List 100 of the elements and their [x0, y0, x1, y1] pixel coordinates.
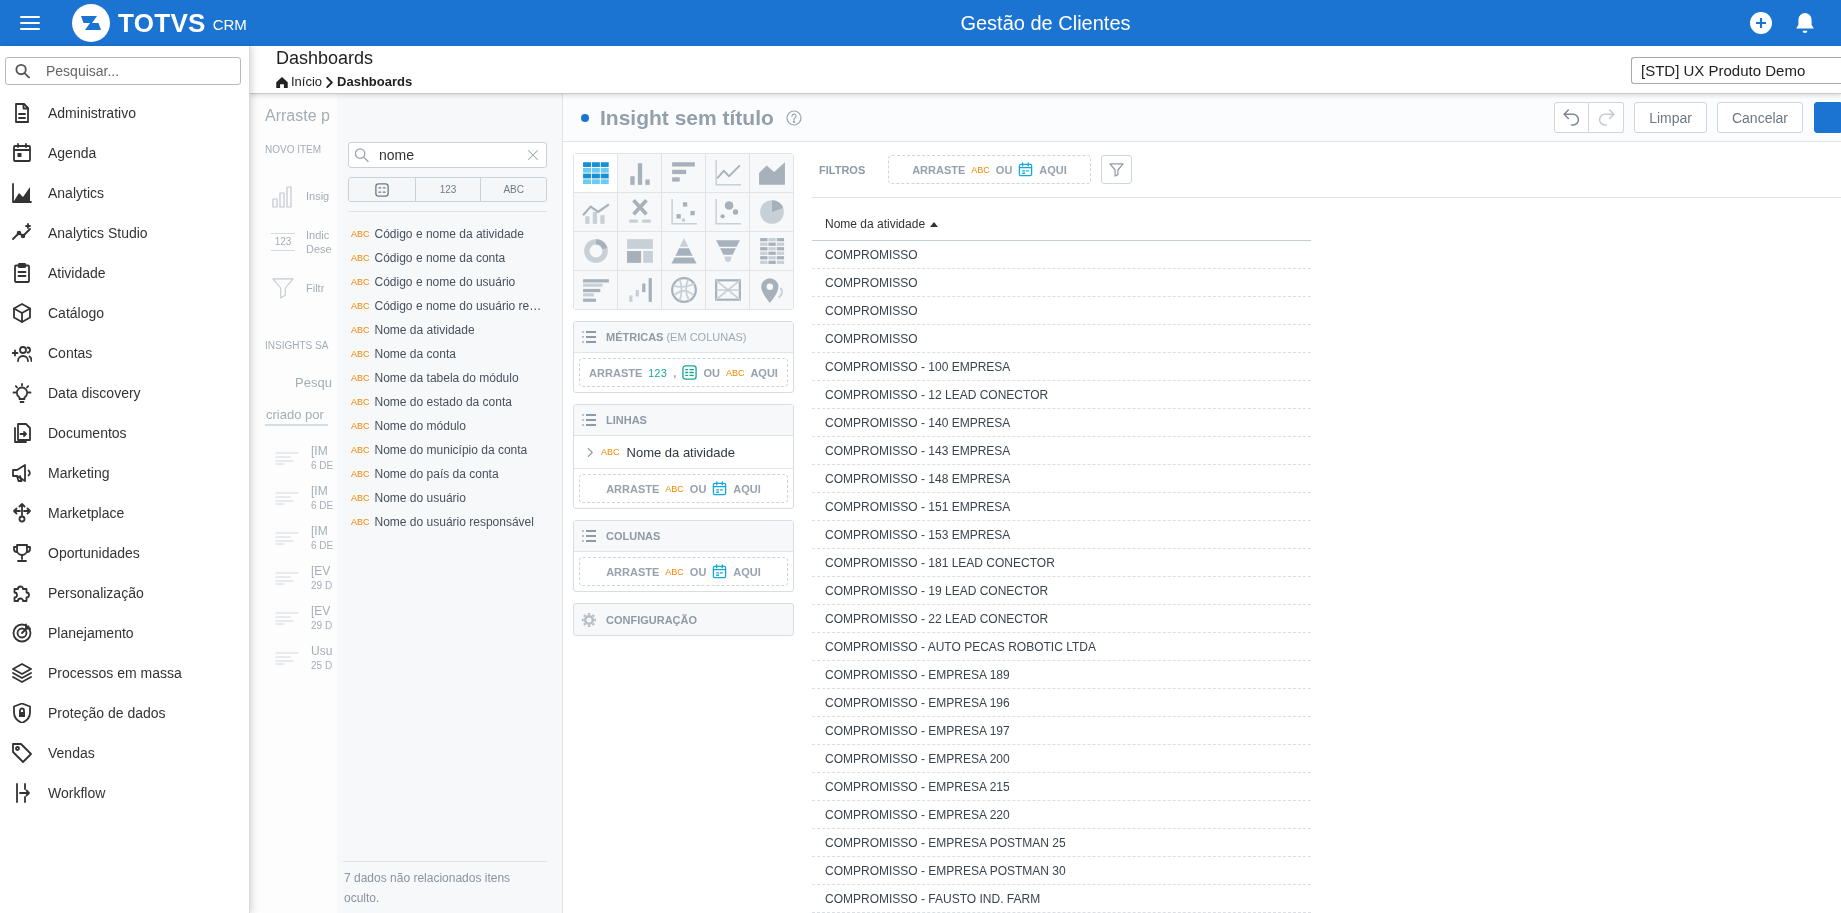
- column-header[interactable]: Nome da atividade: [825, 217, 939, 231]
- chart-type-button[interactable]: [662, 271, 705, 309]
- undo-icon: [1563, 109, 1581, 126]
- search-field[interactable]: nome: [348, 142, 547, 168]
- table-cell: COMPROMISSO - EMPRESA 196: [812, 689, 1311, 717]
- panel-heading: Arraste p: [265, 106, 330, 126]
- chart-type-button[interactable]: [662, 193, 705, 231]
- add-icon[interactable]: [1750, 12, 1772, 34]
- field-name[interactable]: Nome do estado da conta: [374, 395, 512, 409]
- sidebar-item[interactable]: Workflow: [0, 773, 249, 813]
- drop-hint-text: OU: [689, 482, 707, 495]
- table-cell: COMPROMISSO - FAUSTO IND. FARM: [812, 885, 1311, 913]
- sidebar-item[interactable]: Proteção de dados: [0, 693, 249, 733]
- chart-type-button[interactable]: [574, 271, 617, 309]
- brand-name: TOTVS: [118, 8, 206, 38]
- type-filter-button[interactable]: ABC: [480, 178, 546, 201]
- sidebar-item[interactable]: Documentos: [0, 413, 249, 453]
- field-name[interactable]: Nome do usuário: [374, 491, 466, 505]
- sidebar-item[interactable]: Catálogo: [0, 293, 249, 333]
- field-name[interactable]: Código e nome da atividade: [374, 227, 524, 241]
- type-tag: ABC: [351, 421, 370, 431]
- sidebar-item[interactable]: Contas: [0, 333, 249, 373]
- type-tag: ABC: [351, 493, 370, 503]
- workspace-select[interactable]: [STD] UX Produto Demo: [1631, 57, 1841, 84]
- sidebar-item[interactable]: Administrativo: [0, 93, 249, 133]
- sidebar-item[interactable]: Oportunidades: [0, 533, 249, 573]
- chart-type-button[interactable]: [574, 232, 617, 270]
- chart-type-button[interactable]: [662, 154, 705, 192]
- puzzle-icon: [12, 583, 32, 603]
- chart-type-button[interactable]: [706, 193, 749, 231]
- dotted-square-icon: [374, 182, 389, 197]
- type-tag: ABC: [351, 517, 370, 527]
- grid-table-icon: [757, 237, 786, 265]
- field-name[interactable]: Nome da tabela do módulo: [374, 371, 519, 385]
- table-cell: COMPROMISSO - AUTO PECAS ROBOTIC LTDA: [812, 633, 1311, 661]
- insight-date: 25 D: [311, 658, 333, 673]
- sidebar-item[interactable]: Data discovery: [0, 373, 249, 413]
- sidebar-item[interactable]: Atividade: [0, 253, 249, 293]
- drop-hint-text: ARRASTE: [912, 163, 966, 176]
- field-name[interactable]: Nome do município da conta: [374, 443, 528, 457]
- chart-type-button[interactable]: [662, 232, 705, 270]
- close-icon[interactable]: [527, 149, 539, 161]
- clear-button[interactable]: Limpar: [1634, 102, 1707, 133]
- cancel-button[interactable]: Cancelar: [1716, 102, 1803, 133]
- section-title: LINHAS: [606, 414, 647, 426]
- search-icon: [354, 147, 369, 163]
- chart-type-button[interactable]: [706, 154, 749, 192]
- bell-icon[interactable]: [1796, 12, 1814, 34]
- chart-type-button[interactable]: [618, 193, 661, 231]
- redo-icon: [1597, 109, 1615, 126]
- field-name[interactable]: Nome do módulo: [374, 419, 466, 433]
- megaphone-icon: [12, 463, 32, 483]
- search-icon: [15, 63, 30, 79]
- field-name[interactable]: Código e nome do usuário re…: [374, 299, 542, 313]
- sidebar-item[interactable]: Processos em massa: [0, 653, 249, 693]
- chart-type-button[interactable]: [706, 271, 749, 309]
- field-name[interactable]: Nome do usuário responsável: [374, 515, 534, 529]
- insight-date: 6 DE: [311, 498, 334, 513]
- sidebar-item[interactable]: Planejamento: [0, 613, 249, 653]
- field-name[interactable]: Código e nome da conta: [374, 251, 506, 265]
- chart-type-button[interactable]: [750, 154, 793, 192]
- field-name[interactable]: Nome da atividade: [374, 323, 475, 337]
- insight-title: [EV: [311, 603, 331, 619]
- sidebar-item[interactable]: Marketplace: [0, 493, 249, 533]
- section-label: INSIGHTS SA: [265, 340, 329, 352]
- sidebar-item[interactable]: Personalização: [0, 573, 249, 613]
- sidebar-item[interactable]: Marketing: [0, 453, 249, 493]
- chart-type-button[interactable]: [618, 232, 661, 270]
- chart-type-button[interactable]: [618, 271, 661, 309]
- type-tag: ABC: [351, 397, 370, 407]
- sidebar-item[interactable]: Vendas: [0, 733, 249, 773]
- chart-type-button[interactable]: [706, 232, 749, 270]
- table-cell: COMPROMISSO - 143 EMPRESA: [812, 437, 1311, 465]
- sidebar-item[interactable]: Analytics: [0, 173, 249, 213]
- chevron-right-icon[interactable]: [587, 446, 594, 458]
- breadcrumb-link[interactable]: Início: [276, 73, 323, 91]
- chart-type-button[interactable]: [750, 271, 793, 309]
- horizontal-bars-icon: [581, 276, 610, 304]
- section-label: NOVO ITEM: [265, 144, 322, 156]
- home-icon: [276, 76, 288, 88]
- search-field[interactable]: Pesquisar...: [5, 57, 241, 85]
- type-tag: ABC: [351, 253, 370, 263]
- filter-button[interactable]: [1101, 155, 1132, 184]
- chart-type-button[interactable]: [750, 193, 793, 231]
- area-chart-icon: [12, 183, 32, 203]
- field-name[interactable]: Nome da conta: [374, 347, 456, 361]
- field-name[interactable]: Nome do país da conta: [374, 467, 499, 481]
- table-cell: COMPROMISSO - 12 LEAD CONECTOR: [812, 381, 1311, 409]
- bucket-item[interactable]: ABC Nome da atividade: [574, 436, 793, 469]
- search-field[interactable]: Pesqu: [295, 372, 335, 392]
- chart-type-button[interactable]: [750, 232, 793, 270]
- chart-type-button[interactable]: [574, 154, 617, 192]
- menu-icon[interactable]: [20, 16, 40, 30]
- undo-button[interactable]: [1554, 102, 1590, 133]
- chart-type-button[interactable]: [574, 193, 617, 231]
- sidebar-item[interactable]: Analytics Studio: [0, 213, 249, 253]
- sidebar-item[interactable]: Agenda: [0, 133, 249, 173]
- help-icon[interactable]: [785, 109, 802, 126]
- field-name[interactable]: Código e nome do usuário: [374, 275, 516, 289]
- chart-type-button[interactable]: [618, 154, 661, 192]
